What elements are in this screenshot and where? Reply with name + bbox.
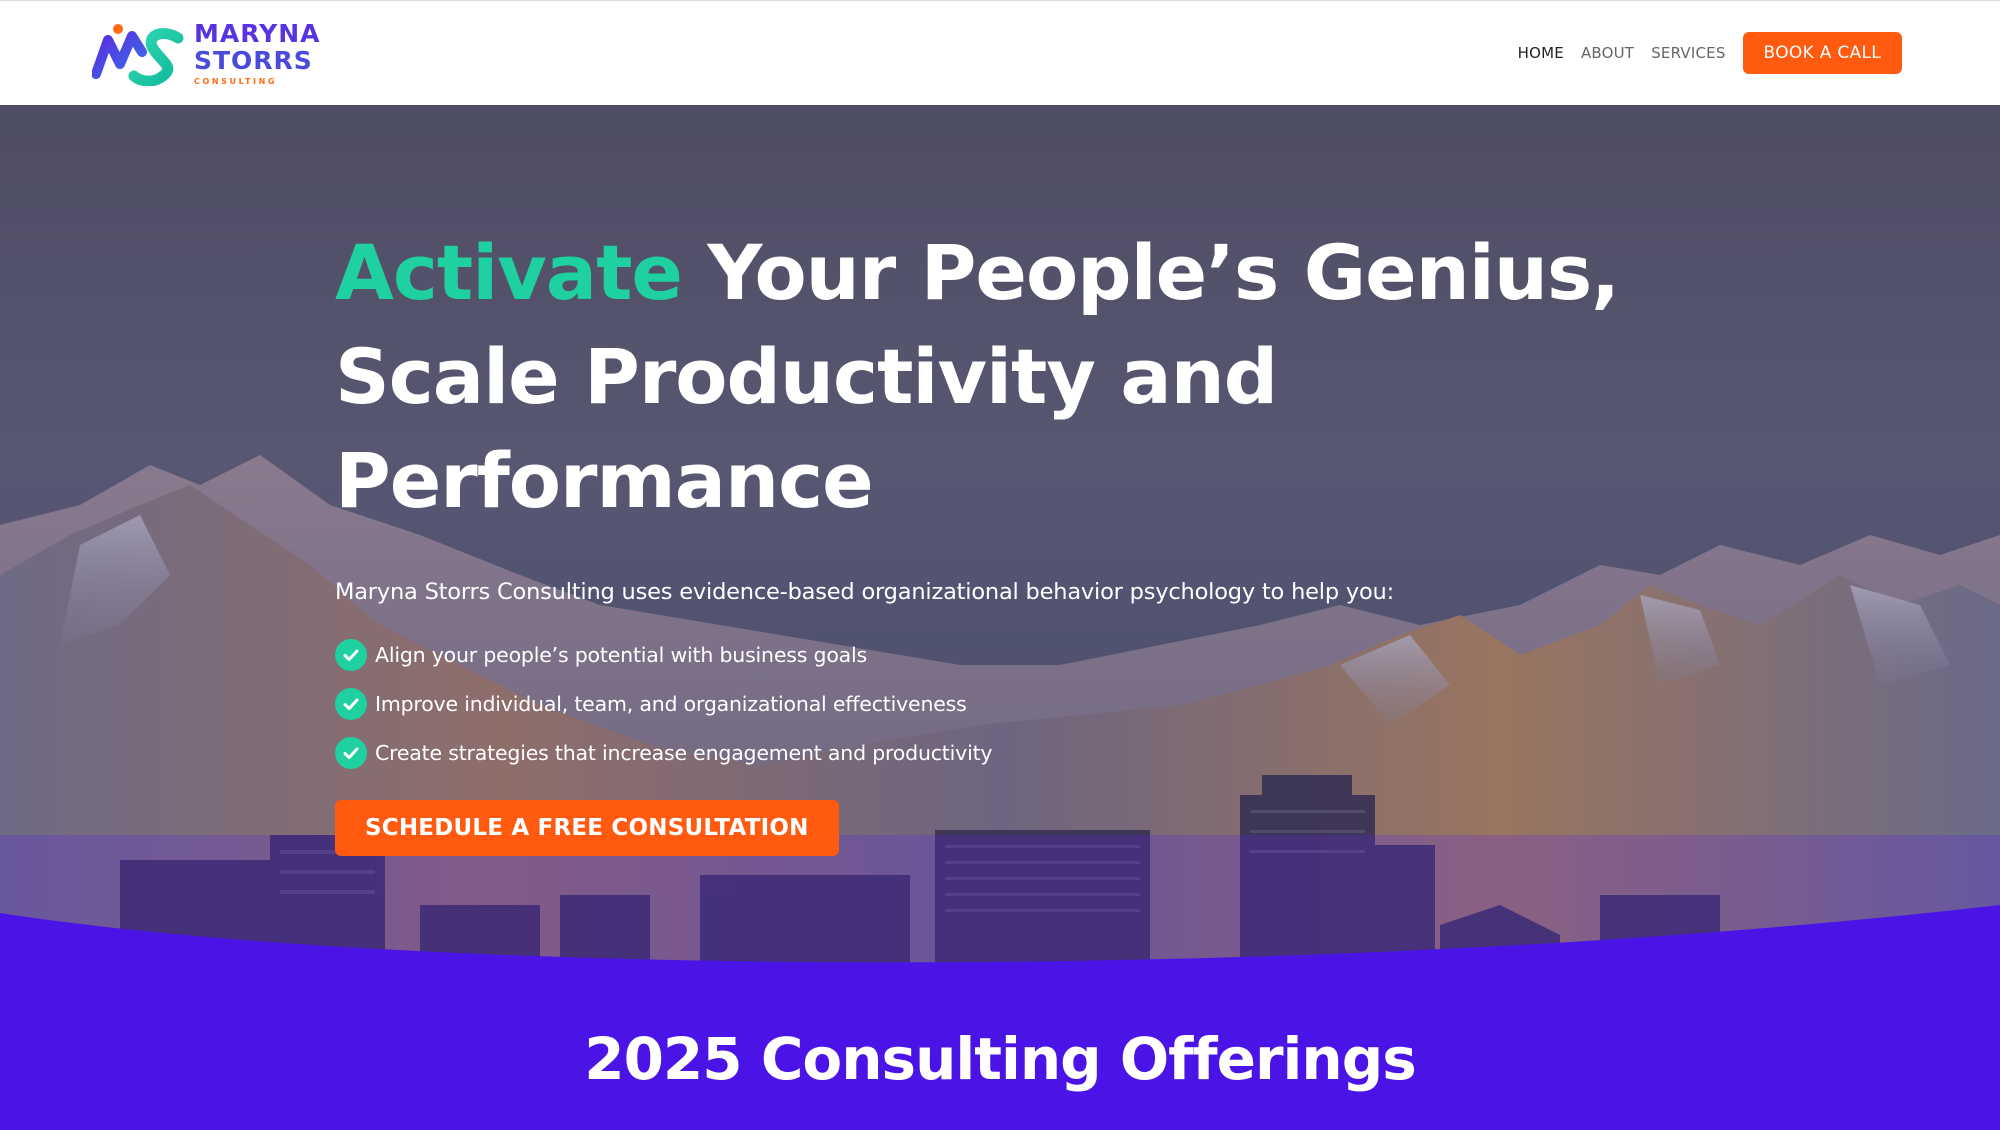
check-circle-icon [335,687,367,720]
headline-line-2: Scale Productivity and Performance [335,332,1278,525]
logo-mark-icon [92,23,184,86]
nav-about-link[interactable]: ABOUT [1581,44,1634,62]
site-logo[interactable]: MARYNA STORRS CONSULTING [92,21,320,86]
benefit-text: Create strategies that increase engageme… [375,740,993,765]
offerings-section-title: 2025 Consulting Offerings [584,1025,1417,1093]
benefit-item: Improve individual, team, and organizati… [335,679,1735,728]
main-nav: HOME ABOUT SERVICES BOOK A CALL [1518,32,1902,74]
benefit-item: Align your people’s potential with busin… [335,630,1735,679]
headline-accent-word: Activate [335,228,683,317]
nav-services-link[interactable]: SERVICES [1651,44,1725,62]
benefit-text: Align your people’s potential with busin… [375,642,868,667]
schedule-consultation-button[interactable]: SCHEDULE A FREE CONSULTATION [335,800,839,856]
benefit-item: Create strategies that increase engageme… [335,728,1735,777]
nav-home-link[interactable]: HOME [1518,44,1564,62]
benefit-text: Improve individual, team, and organizati… [375,691,967,716]
page: MARYNA STORRS CONSULTING HOME ABOUT SERV… [0,0,2000,1130]
benefit-list: Align your people’s potential with busin… [335,630,1735,777]
logo-name-line1: MARYNA [194,19,321,48]
check-circle-icon [335,736,367,769]
check-circle-icon [335,638,367,671]
hero-headline: Activate Your People’s Genius, Scale Pro… [335,221,1735,533]
hero-intro: Maryna Storrs Consulting uses evidence-b… [335,579,1394,605]
headline-line-1: Your People’s Genius, [681,228,1620,317]
site-header: MARYNA STORRS CONSULTING HOME ABOUT SERV… [0,0,2000,105]
hero-section: Activate Your People’s Genius, Scale Pro… [0,105,2000,1130]
book-call-button[interactable]: BOOK A CALL [1742,32,1902,74]
logo-subtitle: CONSULTING [194,77,278,86]
logo-name-line2: STORRS [194,46,313,75]
hero-content: Activate Your People’s Genius, Scale Pro… [335,221,1735,856]
